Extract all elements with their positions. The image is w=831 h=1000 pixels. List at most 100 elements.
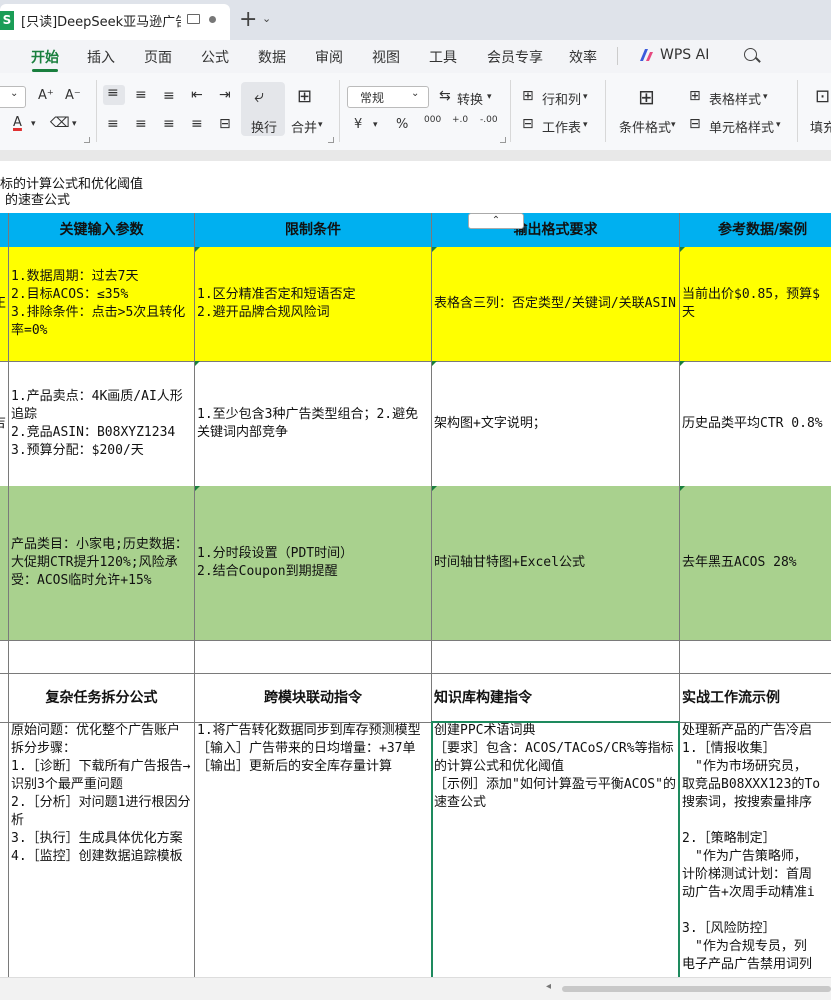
scroll-left-arrow-icon[interactable]: ◂ bbox=[546, 981, 551, 992]
font-group-expand-icon[interactable] bbox=[84, 137, 90, 143]
align-left-icon[interactable]: ≡ bbox=[107, 116, 119, 132]
font-color-chevron-icon[interactable]: ▾ bbox=[31, 119, 36, 129]
convert-chevron-icon[interactable]: ▾ bbox=[487, 92, 492, 102]
align-middle-icon[interactable]: ≡ bbox=[135, 87, 147, 103]
font-increase-button[interactable]: A⁺ bbox=[38, 88, 54, 103]
menu-home[interactable]: 开始 bbox=[31, 47, 59, 67]
yellow-output-cell[interactable]: 表格含三列：否定类型/关键词/关联ASIN bbox=[432, 247, 680, 362]
table-style-button[interactable]: 表格样式 bbox=[709, 89, 761, 108]
convert-button[interactable]: 转换 bbox=[457, 89, 483, 108]
bottom-task-split-cell[interactable]: 原始问题：优化整个广告账户 拆分步骤： 1.［诊断］下载所有广告报告→识别3个最… bbox=[9, 722, 195, 977]
yellow-reference-cell[interactable]: 当前出价$0.85，预算$ 天 bbox=[680, 247, 831, 362]
green-input-cell[interactable]: 产品类目：小家电;历史数据：大促期CTR提升120%;风险承受：ACOS临时允许… bbox=[9, 486, 195, 641]
row-column-button[interactable]: 行和列 bbox=[542, 89, 581, 108]
empty-cell[interactable] bbox=[195, 640, 432, 674]
white-output-cell[interactable]: 架构图+文字说明； bbox=[432, 361, 680, 487]
menu-member[interactable]: 会员专享 bbox=[487, 47, 543, 67]
percent-button[interactable]: % bbox=[396, 117, 408, 132]
header-cell-edge[interactable] bbox=[0, 213, 9, 248]
justify-icon[interactable]: ≡ bbox=[191, 116, 203, 132]
cell-style-chevron-icon[interactable]: ▾ bbox=[776, 120, 781, 130]
header-cell-key-inputs[interactable]: 关键输入参数 bbox=[9, 213, 195, 248]
header2-edge-cell[interactable] bbox=[0, 673, 9, 723]
bottom-edge-cell[interactable] bbox=[0, 722, 9, 977]
indent-decrease-icon[interactable]: ⇤ bbox=[191, 87, 203, 103]
table-style-chevron-icon[interactable]: ▾ bbox=[763, 92, 768, 102]
header2-cross-module[interactable]: 跨模块联动指令 bbox=[195, 673, 432, 723]
convert-icon[interactable]: ⇆ bbox=[439, 88, 451, 104]
yellow-input-cell[interactable]: 1.数据周期：过去7天 2.目标ACOS：≤35% 3.排除条件：点击>5次且转… bbox=[9, 247, 195, 362]
menu-review[interactable]: 审阅 bbox=[315, 47, 343, 67]
empty-cell[interactable] bbox=[432, 640, 680, 674]
align-top-icon[interactable]: ≡ bbox=[107, 85, 119, 101]
decimal-increase-button[interactable]: +.0 bbox=[452, 115, 468, 125]
currency-button[interactable]: ¥ bbox=[354, 117, 362, 132]
menu-data[interactable]: 数据 bbox=[258, 47, 286, 67]
white-edge-cell[interactable]: 吉 bbox=[0, 361, 9, 487]
font-decrease-button[interactable]: A⁻ bbox=[65, 88, 81, 103]
cell-style-button[interactable]: 单元格样式 bbox=[709, 117, 774, 136]
menu-formula[interactable]: 公式 bbox=[201, 47, 229, 67]
green-reference-cell[interactable]: 去年黑五ACOS 28% bbox=[680, 486, 831, 641]
currency-chevron-icon[interactable]: ▾ bbox=[373, 120, 378, 130]
collapse-ribbon-button[interactable]: ⌃ bbox=[468, 213, 524, 229]
row-column-chevron-icon[interactable]: ▾ bbox=[583, 92, 588, 102]
font-size-chevron-icon[interactable]: ⌄ bbox=[10, 88, 18, 99]
new-tab-plus-icon[interactable]: + bbox=[239, 7, 257, 32]
cell-style-icon[interactable]: ⊟ bbox=[689, 116, 701, 132]
merge-cells-label[interactable]: 合并 bbox=[291, 117, 317, 136]
worksheet-icon[interactable]: ⊟ bbox=[522, 116, 534, 132]
decimal-decrease-button[interactable]: -.00 bbox=[480, 115, 498, 125]
distributed-align-icon[interactable]: ⊟ bbox=[219, 116, 231, 132]
menu-page[interactable]: 页面 bbox=[144, 47, 172, 67]
white-input-cell[interactable]: 1.产品卖点：4K画质/AI人形追踪 2.竞品ASIN：B08XYZ1234 3… bbox=[9, 361, 195, 487]
green-output-cell[interactable]: 时间轴甘特图+Excel公式 bbox=[432, 486, 680, 641]
spreadsheet-grid[interactable]: 标的计算公式和优化阈值 的速查公式 关键输入参数 限制条件 输出格式要求 参考数… bbox=[0, 161, 831, 977]
font-color-button[interactable]: A bbox=[13, 115, 22, 130]
conditional-format-chevron-icon[interactable]: ▾ bbox=[671, 120, 676, 130]
empty-cell[interactable] bbox=[0, 640, 9, 674]
row-column-icon[interactable]: ⊞ bbox=[522, 88, 534, 104]
menu-insert[interactable]: 插入 bbox=[87, 47, 115, 67]
number-group-expand-icon[interactable] bbox=[500, 137, 506, 143]
menu-tools[interactable]: 工具 bbox=[429, 47, 457, 67]
eraser-icon[interactable]: ⌫ bbox=[50, 115, 70, 131]
table-style-icon[interactable]: ⊞ bbox=[689, 88, 701, 104]
yellow-limits-cell[interactable]: 1.区分精准否定和短语否定 2.避开品牌合规风险词 bbox=[195, 247, 432, 362]
empty-cell[interactable] bbox=[680, 640, 831, 674]
worksheet-button[interactable]: 工作表 bbox=[542, 117, 581, 136]
menu-view[interactable]: 视图 bbox=[372, 47, 400, 67]
worksheet-chevron-icon[interactable]: ▾ bbox=[583, 120, 588, 130]
white-reference-cell[interactable]: 历史品类平均CTR 0.8% bbox=[680, 361, 831, 487]
white-limits-cell[interactable]: 1.至少包含3种广告类型组合；2.避免关键词内部竞争 bbox=[195, 361, 432, 487]
fill-icon[interactable]: ⊡ bbox=[815, 86, 830, 107]
fill-button[interactable]: 填充 bbox=[810, 117, 831, 136]
align-bottom-icon[interactable]: ≡ bbox=[163, 88, 175, 104]
bottom-cross-module-cell[interactable]: 1.将广告转化数据同步到库存预测模型 ［输入］广告带来的日均增量：+37单 ［输… bbox=[195, 722, 432, 977]
merge-chevron-icon[interactable]: ▾ bbox=[318, 120, 323, 130]
thousands-button[interactable]: 000 bbox=[424, 115, 441, 125]
yellow-edge-cell[interactable]: 正 bbox=[0, 247, 9, 362]
header2-knowledge-base[interactable]: 知识库构建指令 bbox=[432, 673, 680, 723]
empty-cell[interactable] bbox=[9, 640, 195, 674]
conditional-format-icon[interactable]: ⊞ bbox=[638, 85, 655, 109]
scrollbar-thumb[interactable] bbox=[562, 986, 831, 992]
align-right-icon[interactable]: ≡ bbox=[163, 116, 175, 132]
indent-increase-icon[interactable]: ⇥ bbox=[219, 87, 231, 103]
merge-cells-icon[interactable]: ⊞ bbox=[297, 86, 312, 107]
eraser-chevron-icon[interactable]: ▾ bbox=[72, 119, 77, 129]
align-group-expand-icon[interactable] bbox=[328, 137, 334, 143]
menu-wps-ai[interactable]: WPS AI bbox=[660, 47, 709, 63]
conditional-format-button[interactable]: 条件格式 bbox=[619, 117, 671, 136]
bottom-workflow-cell[interactable]: 处理新产品的广告冷启 1.［情报收集］ "作为市场研究员， 取竞品B08XXX1… bbox=[680, 722, 831, 977]
green-edge-cell[interactable] bbox=[0, 486, 9, 641]
align-center-icon[interactable]: ≡ bbox=[135, 116, 147, 132]
number-format-chevron-icon[interactable]: ⌄ bbox=[411, 88, 419, 99]
monitor-icon[interactable] bbox=[187, 14, 200, 24]
header2-workflow-example[interactable]: 实战工作流示例 bbox=[680, 673, 831, 723]
green-limits-cell[interactable]: 1.分时段设置（PDT时间） 2.结合Coupon到期提醒 bbox=[195, 486, 432, 641]
search-icon[interactable] bbox=[744, 48, 757, 61]
unsaved-dot-icon[interactable] bbox=[209, 16, 216, 23]
header-cell-limits[interactable]: 限制条件 bbox=[195, 213, 432, 248]
header-cell-reference[interactable]: 参考数据/案例 bbox=[680, 213, 831, 248]
